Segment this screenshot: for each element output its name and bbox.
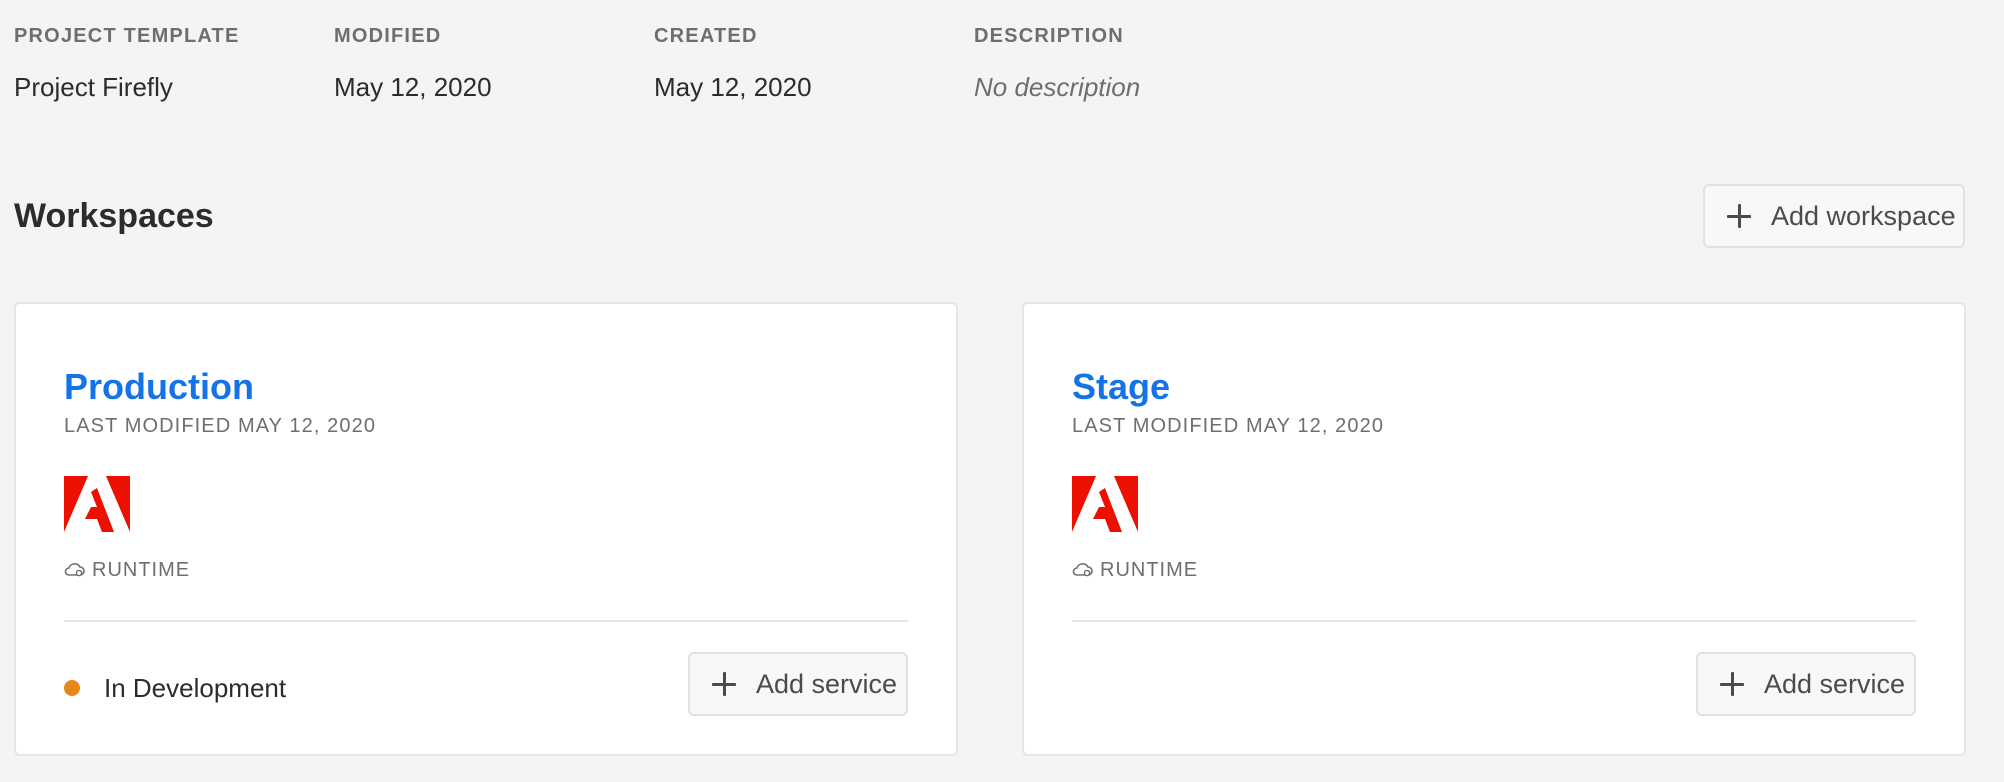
service-label: RUNTIME bbox=[92, 559, 191, 581]
card-divider bbox=[1072, 620, 1916, 622]
meta-label: CREATED bbox=[654, 25, 758, 47]
meta-label: PROJECT TEMPLATE bbox=[14, 25, 240, 47]
status-label: In Development bbox=[104, 673, 287, 703]
service-runtime: RUNTIME bbox=[1072, 558, 1198, 582]
service-runtime: RUNTIME bbox=[64, 558, 190, 582]
meta-label: DESCRIPTION bbox=[974, 25, 1124, 47]
meta-project-template: PROJECT TEMPLATE Project Firefly bbox=[14, 24, 240, 102]
meta-description: DESCRIPTION No description bbox=[974, 24, 1140, 102]
workspace-card-production: Production LAST MODIFIED MAY 12, 2020 RU… bbox=[14, 302, 958, 756]
workspace-card-stage: Stage LAST MODIFIED MAY 12, 2020 RUNTIME… bbox=[1022, 302, 1966, 756]
plus-icon bbox=[710, 670, 738, 698]
workspace-status: In Development bbox=[64, 673, 286, 703]
add-service-button[interactable]: Add service bbox=[1696, 652, 1916, 716]
workspace-last-modified: LAST MODIFIED MAY 12, 2020 bbox=[64, 415, 377, 437]
workspaces-title: Workspaces bbox=[14, 197, 214, 235]
workspace-title-link[interactable]: Stage bbox=[1072, 366, 1170, 408]
cloud-runtime-icon bbox=[64, 563, 85, 577]
add-service-label: Add service bbox=[1764, 668, 1906, 699]
plus-icon bbox=[1718, 670, 1746, 698]
card-divider bbox=[64, 620, 908, 622]
meta-value: Project Firefly bbox=[14, 72, 173, 102]
adobe-logo-icon bbox=[1072, 476, 1138, 532]
meta-value: May 12, 2020 bbox=[334, 72, 492, 102]
meta-value: May 12, 2020 bbox=[654, 72, 812, 102]
add-workspace-label: Add workspace bbox=[1771, 200, 1956, 231]
adobe-logo-icon bbox=[64, 476, 130, 532]
meta-label: MODIFIED bbox=[334, 25, 442, 47]
meta-created: CREATED May 12, 2020 bbox=[654, 24, 812, 102]
add-service-button[interactable]: Add service bbox=[688, 652, 908, 716]
cloud-runtime-icon bbox=[1072, 563, 1093, 577]
workspace-title-link[interactable]: Production bbox=[64, 366, 254, 408]
status-dot-icon bbox=[64, 680, 80, 696]
workspace-last-modified: LAST MODIFIED MAY 12, 2020 bbox=[1072, 415, 1385, 437]
plus-icon bbox=[1725, 202, 1753, 230]
project-overview-page: PROJECT TEMPLATE Project Firefly MODIFIE… bbox=[0, 0, 2004, 782]
service-label: RUNTIME bbox=[1100, 559, 1199, 581]
meta-value: No description bbox=[974, 72, 1141, 102]
meta-modified: MODIFIED May 12, 2020 bbox=[334, 24, 492, 102]
add-service-label: Add service bbox=[756, 668, 898, 699]
add-workspace-button[interactable]: Add workspace bbox=[1703, 184, 1965, 248]
